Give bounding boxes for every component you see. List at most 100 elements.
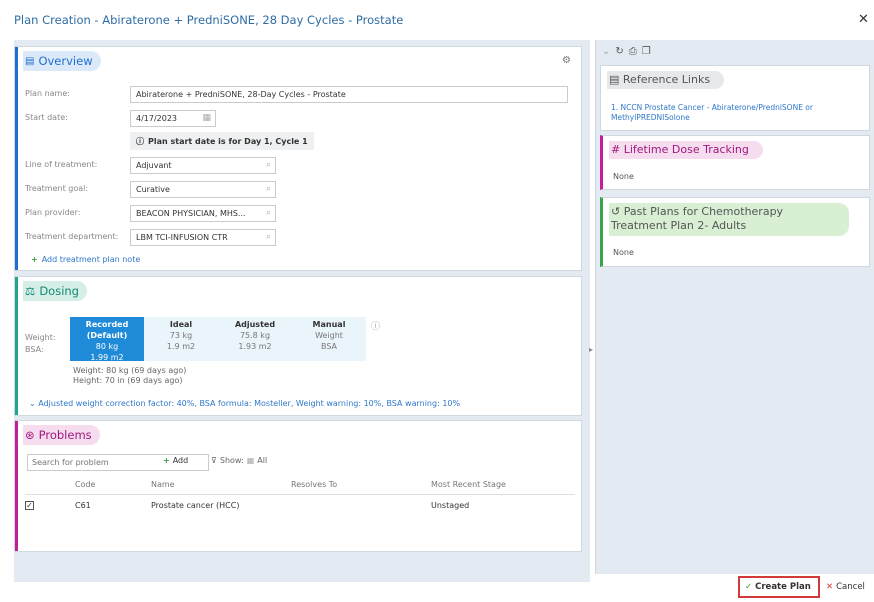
close-icon[interactable]: ✕ (858, 12, 869, 27)
dose-option-manual[interactable]: Manual Weight BSA (292, 317, 366, 361)
dept-value: LBM TCI-INFUSION CTR (136, 233, 228, 242)
dose-option-ideal[interactable]: Ideal 73 kg 1.9 m2 (144, 317, 218, 361)
scale-icon: ⚖ (25, 284, 36, 298)
col-code: Code (75, 480, 96, 490)
splitter-handle[interactable]: ▸ (589, 345, 593, 354)
bsa-row-label: BSA: (25, 345, 44, 354)
plan-name-input[interactable]: Abiraterone + PredniSONE, 28-Day Cycles … (130, 86, 568, 103)
search-icon[interactable]: ⌕ (266, 160, 271, 170)
line-of-treatment-input[interactable]: Adjuvant ⌕ (130, 157, 276, 174)
plan-provider-input[interactable]: BEACON PHYSICIAN, MHS... ⌕ (130, 205, 276, 222)
hash-icon: # (611, 143, 621, 156)
cell-resolves (291, 494, 431, 516)
goal-value: Curative (136, 185, 170, 194)
reference-header: ▤ Reference Links (607, 71, 725, 89)
past-plans-title: Past Plans for Chemotherapy Treatment Pl… (611, 205, 784, 232)
dose-option-bsa: 1.99 m2 (90, 353, 124, 362)
line-label: Line of treatment: (25, 160, 98, 169)
col-resolves: Resolves To (291, 480, 338, 490)
start-note-badge: ⓘ Plan start date is for Day 1, Cycle 1 (130, 132, 314, 150)
copy-icon[interactable]: ❐ (642, 46, 651, 57)
right-sidebar: ⌄ ↻ ⎙ ❐ ▤ Reference Links 1. NCCN Prosta… (595, 40, 874, 574)
past-plans-header: ↺ Past Plans for Chemotherapy Treatment … (609, 203, 849, 236)
show-filter[interactable]: ⊽ Show: ▦ All (211, 456, 267, 465)
help-icon[interactable]: ⓘ (371, 319, 380, 332)
weight-row-label: Weight: (25, 333, 56, 342)
dose-option-weight: 80 kg (95, 342, 119, 351)
past-plans-card: ↺ Past Plans for Chemotherapy Treatment … (600, 197, 870, 267)
weight-info: Weight: 80 kg (69 days ago) (73, 366, 187, 375)
window-title: Plan Creation - Abiraterone + PredniSONE… (14, 13, 404, 27)
correction-link[interactable]: ⌄ Adjusted weight correction factor: 40%… (29, 399, 460, 408)
correction-text: Adjusted weight correction factor: 40%, … (38, 399, 461, 408)
reference-title: Reference Links (622, 73, 711, 86)
lifetime-header: # Lifetime Dose Tracking (609, 141, 763, 159)
add-problem-button[interactable]: + Add (163, 456, 188, 465)
past-plans-value: None (613, 248, 634, 257)
clipboard-icon: ▤ (25, 55, 35, 67)
dose-option-bsa: 1.9 m2 (166, 342, 196, 351)
provider-label: Plan provider: (25, 208, 81, 217)
close-icon: ✕ (826, 582, 834, 592)
info-icon: ⓘ (136, 136, 144, 146)
col-stage: Most Recent Stage (431, 480, 506, 490)
search-icon[interactable]: ⌕ (266, 232, 271, 242)
overview-title: Overview (38, 54, 93, 68)
dose-option-bsa: 1.93 m2 (238, 342, 272, 351)
show-label: Show: (219, 456, 244, 465)
dose-option-bsa: BSA (320, 342, 338, 351)
start-date-value: 4/17/2023 (136, 114, 178, 123)
add-note-text: Add treatment plan note (41, 255, 141, 264)
create-plan-label: Create Plan (755, 582, 811, 592)
col-name: Name (151, 480, 175, 490)
start-date-input[interactable]: 4/17/2023 ▦ (130, 110, 216, 127)
problems-icon: ⊛ (25, 428, 35, 442)
treatment-dept-input[interactable]: LBM TCI-INFUSION CTR ⌕ (130, 229, 276, 246)
table-header-row: Code Name Resolves To Most Recent Stage (25, 476, 575, 494)
filter-icon: ⊽ (211, 456, 217, 465)
plus-icon: + (163, 456, 170, 465)
reference-links-card: ▤ Reference Links 1. NCCN Prostate Cance… (600, 65, 870, 131)
provider-value: BEACON PHYSICIAN, MHS... (136, 209, 246, 218)
dose-option-weight: Weight (315, 331, 343, 340)
add-label: Add (172, 456, 189, 465)
create-plan-button[interactable]: ✓ Create Plan (738, 576, 820, 598)
collapse-icon[interactable]: ⌄ (602, 46, 610, 57)
chevron-down-icon: ⌄ (29, 399, 36, 408)
dept-label: Treatment department: (25, 232, 119, 241)
wrench-icon[interactable]: ⚙ (562, 55, 571, 66)
row-checkbox[interactable]: ✓ (25, 500, 34, 510)
dose-option-name: Recorded (Default) (85, 320, 129, 340)
dosing-grid: Recorded (Default) 80 kg 1.99 m2 Ideal 7… (70, 317, 366, 362)
line-value: Adjuvant (136, 161, 172, 170)
dose-option-adjusted[interactable]: Adjusted 75.8 kg 1.93 m2 (218, 317, 292, 361)
window-titlebar: Plan Creation - Abiraterone + PredniSONE… (0, 0, 874, 38)
problems-table: Code Name Resolves To Most Recent Stage … (25, 476, 575, 516)
problems-title: Problems (38, 428, 92, 442)
cancel-button[interactable]: ✕ Cancel (826, 576, 874, 598)
table-row[interactable]: ✓ C61 Prostate cancer (HCC) Unstaged (25, 494, 575, 516)
treatment-goal-input[interactable]: Curative ⌕ (130, 181, 276, 198)
plus-icon: + (31, 255, 38, 264)
history-icon: ↺ (611, 205, 621, 218)
dose-option-recorded[interactable]: Recorded (Default) 80 kg 1.99 m2 (70, 317, 144, 362)
start-date-label: Start date: (25, 113, 68, 122)
dosing-header: ⚖ Dosing (23, 281, 87, 301)
search-icon[interactable]: ⌕ (266, 208, 271, 218)
overview-header: ▤ Overview (23, 51, 101, 71)
dose-option-weight: 75.8 kg (239, 331, 271, 340)
document-icon: ▤ (609, 73, 620, 86)
reference-link[interactable]: 1. NCCN Prostate Cancer - Abiraterone/Pr… (611, 103, 861, 123)
cell-code: C61 (75, 500, 91, 510)
goal-label: Treatment goal: (25, 184, 89, 193)
height-info: Height: 70 in (69 days ago) (73, 376, 183, 385)
search-icon[interactable]: ⌕ (266, 184, 271, 194)
print-icon[interactable]: ⎙ (629, 46, 637, 57)
lifetime-dose-card: # Lifetime Dose Tracking None (600, 135, 870, 190)
calendar-icon[interactable]: ▦ (202, 113, 211, 123)
start-note-text: Plan start date is for Day 1, Cycle 1 (148, 136, 308, 146)
dosing-title: Dosing (39, 284, 79, 298)
add-note-link[interactable]: + Add treatment plan note (31, 255, 140, 264)
refresh-icon[interactable]: ↻ (615, 46, 623, 57)
all-label: All (257, 456, 268, 465)
